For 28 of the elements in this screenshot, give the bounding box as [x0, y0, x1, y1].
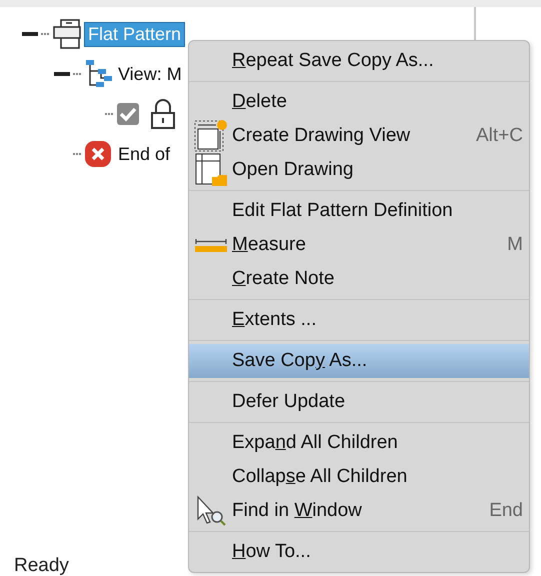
- flat-pattern-icon: [52, 19, 82, 49]
- pointer-magnifier-icon: [194, 495, 226, 527]
- open-drawing-icon: [194, 153, 228, 187]
- menu-item[interactable]: Save Copy As...: [189, 344, 529, 378]
- lock-icon: [150, 99, 176, 129]
- checkbox-icon: [116, 102, 140, 126]
- menu-item[interactable]: Find in Window End: [189, 494, 529, 528]
- menu-item[interactable]: Measure M: [189, 228, 529, 262]
- drawing-view-icon: [194, 119, 228, 153]
- menu-item[interactable]: Collapse All Children: [189, 460, 529, 494]
- error-icon: [84, 140, 112, 168]
- menu-item[interactable]: Expand All Children: [189, 426, 529, 460]
- status-bar-text: Ready: [14, 555, 69, 576]
- collapse-icon[interactable]: [22, 31, 38, 37]
- menu-item[interactable]: Edit Flat Pattern Definition: [189, 194, 529, 228]
- collapse-icon[interactable]: [54, 71, 70, 77]
- menu-item[interactable]: Create Drawing View Alt+C: [189, 119, 529, 153]
- tree-item-label[interactable]: View: M: [115, 62, 185, 86]
- menu-item[interactable]: Defer Update: [189, 385, 529, 419]
- tree-item-label[interactable]: End of: [115, 142, 174, 166]
- menu-item[interactable]: Delete: [189, 85, 529, 119]
- menu-item[interactable]: Repeat Save Copy As...: [189, 44, 529, 78]
- menu-item[interactable]: Create Note: [189, 262, 529, 296]
- ruler-icon: [194, 238, 226, 252]
- menu-item[interactable]: Extents ...: [189, 303, 529, 337]
- menu-item[interactable]: Open Drawing: [189, 153, 529, 187]
- menu-item[interactable]: How To...: [189, 535, 529, 569]
- view-tree-icon: [84, 59, 112, 89]
